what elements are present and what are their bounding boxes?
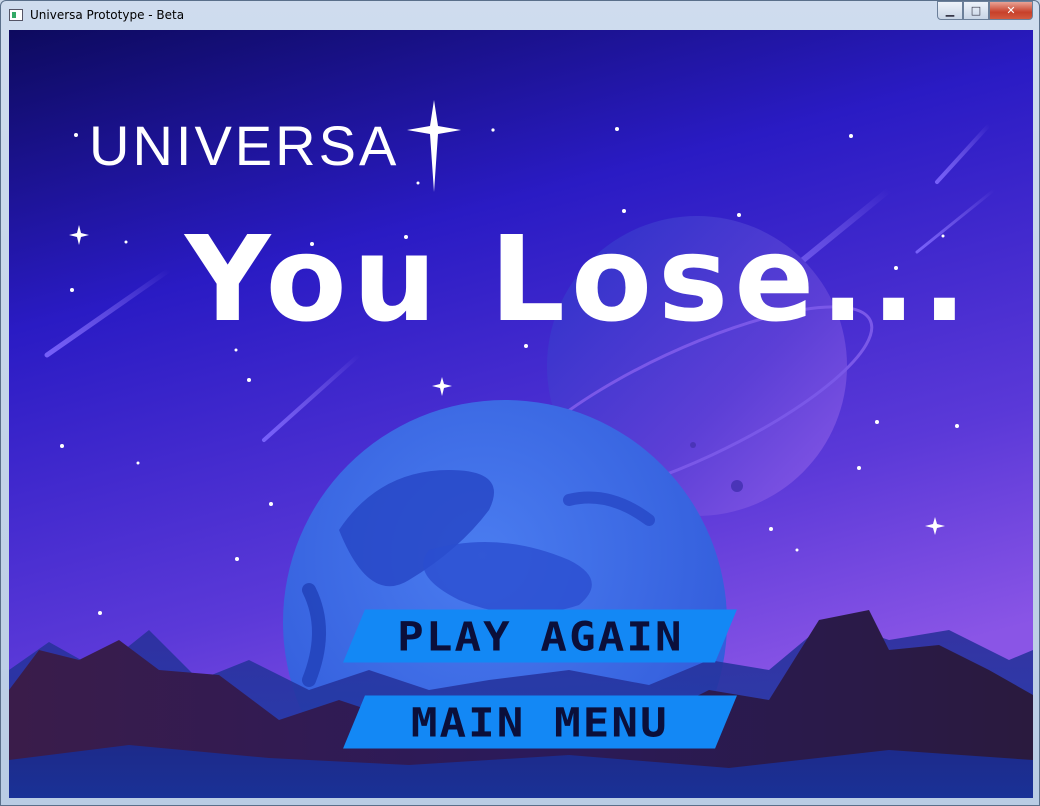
game-logo: UNIVERSA (89, 114, 400, 177)
main-menu-button[interactable]: MAIN MENU (343, 695, 737, 749)
app-icon (9, 9, 23, 21)
play-again-label: PLAY AGAIN (396, 612, 684, 660)
close-button[interactable]: ✕ (989, 1, 1033, 20)
maximize-button[interactable]: □ (963, 1, 989, 20)
minimize-button[interactable]: ▁ (937, 1, 963, 20)
play-again-button[interactable]: PLAY AGAIN (343, 609, 737, 663)
window-title: Universa Prototype - Beta (30, 8, 185, 22)
main-menu-label: MAIN MENU (411, 698, 669, 746)
game-viewport: UNIVERSA You Lose... PLAY AGAIN MAIN MEN… (9, 30, 1033, 798)
game-over-headline: You Lose... (185, 210, 973, 348)
window-controls: ▁ □ ✕ (937, 1, 1033, 21)
app-window: Universa Prototype - Beta ▁ □ ✕ UNIVERSA… (0, 0, 1040, 806)
title-bar[interactable]: Universa Prototype - Beta ▁ □ ✕ (1, 1, 1039, 31)
